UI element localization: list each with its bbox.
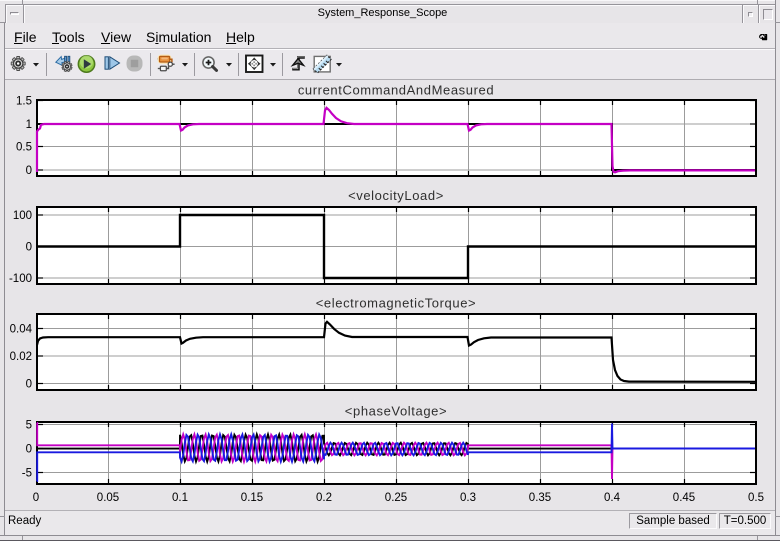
svg-text:currentCommandAndMeasured: currentCommandAndMeasured: [298, 83, 494, 98]
svg-text:0.35: 0.35: [529, 492, 551, 504]
svg-text:0: 0: [26, 379, 32, 391]
svg-text:0.3: 0.3: [460, 492, 476, 504]
svg-text:<phaseVoltage>: <phaseVoltage>: [345, 404, 447, 419]
svg-text:<velocityLoad>: <velocityLoad>: [348, 188, 444, 203]
svg-text:5: 5: [26, 420, 32, 432]
svg-text:<electromagneticTorque>: <electromagneticTorque>: [316, 296, 477, 311]
svg-text:0.5: 0.5: [16, 142, 32, 154]
svg-text:0.2: 0.2: [316, 492, 332, 504]
svg-text:0.1: 0.1: [172, 492, 188, 504]
svg-text:0.45: 0.45: [673, 492, 695, 504]
svg-text:0.04: 0.04: [10, 324, 33, 336]
svg-text:0: 0: [33, 492, 39, 504]
svg-text:-100: -100: [9, 273, 32, 285]
svg-text:0: 0: [26, 165, 32, 177]
svg-text:0.25: 0.25: [385, 492, 407, 504]
svg-text:0.05: 0.05: [97, 492, 119, 504]
svg-text:0.02: 0.02: [10, 351, 32, 363]
svg-text:0.4: 0.4: [604, 492, 621, 504]
svg-text:0: 0: [26, 444, 32, 456]
svg-text:100: 100: [13, 210, 32, 222]
svg-text:-5: -5: [22, 468, 32, 480]
svg-text:0.15: 0.15: [241, 492, 263, 504]
svg-text:0: 0: [26, 242, 32, 254]
svg-text:1.5: 1.5: [16, 96, 32, 108]
svg-text:1: 1: [26, 119, 32, 131]
svg-text:0.5: 0.5: [748, 492, 764, 504]
